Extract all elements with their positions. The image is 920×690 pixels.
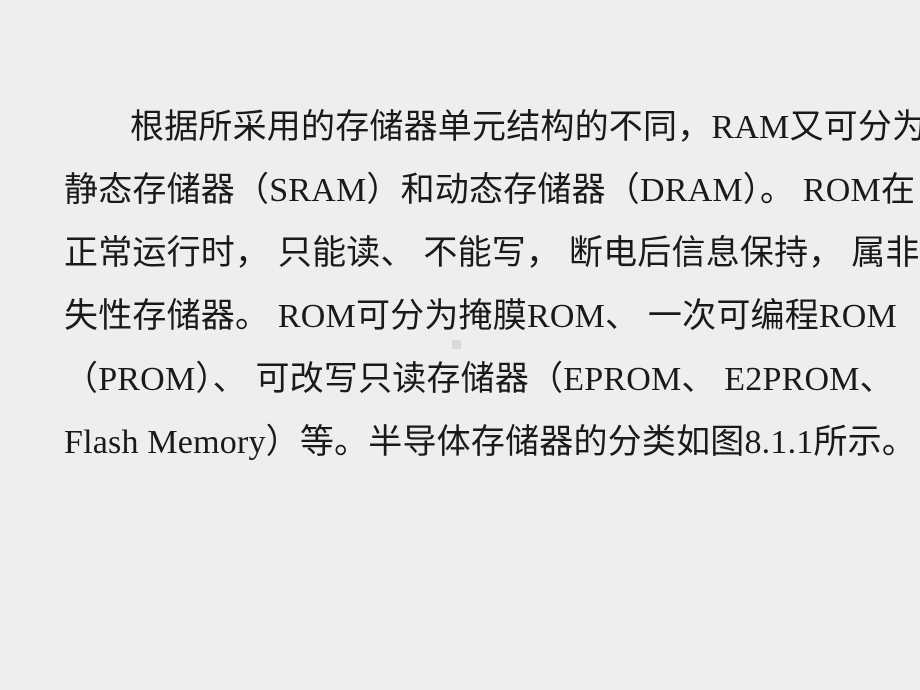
artifact-square-mark (452, 340, 461, 349)
paragraph-line-2: 静态存储器（SRAM）和动态存储器（DRAM）。 ROM在 (64, 172, 916, 209)
paragraph-line-6: Flash Memory）等。半导体存储器的分类如图8.1.1所示。 (64, 424, 917, 461)
slide-body-text: 根据所采用的存储器单元结构的不同，RAM又可分为 静态存储器（SRAM）和动态存… (64, 96, 920, 474)
paragraph-line-3: 正常运行时， 只能读、 不能写， 断电后信息保持， 属非易 (64, 235, 920, 272)
paragraph-line-5: （PROM）、 可改写只读存储器（EPROM、 E2PROM、 (64, 361, 894, 398)
paragraph-line-4: 失性存储器。 ROM可分为掩膜ROM、 一次可编程ROM (64, 298, 897, 335)
slide-canvas: 根据所采用的存储器单元结构的不同，RAM又可分为 静态存储器（SRAM）和动态存… (0, 0, 920, 690)
paragraph-line-1: 根据所采用的存储器单元结构的不同，RAM又可分为 (130, 109, 920, 146)
